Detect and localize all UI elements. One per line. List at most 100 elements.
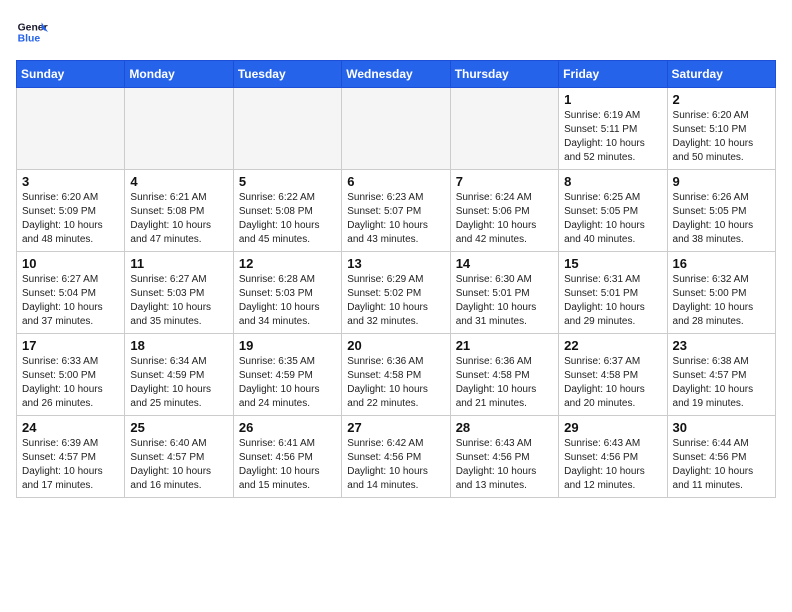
cell-content: Sunrise: 6:35 AM Sunset: 4:59 PM Dayligh… — [239, 355, 336, 411]
weekday-header-tuesday: Tuesday — [233, 61, 341, 88]
calendar-cell: 6 Sunrise: 6:23 AM Sunset: 5:07 PM Daylig… — [342, 170, 450, 252]
day-number: 9 — [673, 174, 770, 189]
calendar-cell — [450, 88, 558, 170]
cell-content: Sunrise: 6:36 AM Sunset: 4:58 PM Dayligh… — [347, 355, 444, 411]
day-number: 2 — [673, 92, 770, 107]
weekday-header-thursday: Thursday — [450, 61, 558, 88]
calendar-cell: 21 Sunrise: 6:36 AM Sunset: 4:58 PM Dayli… — [450, 334, 558, 416]
calendar-cell: 7 Sunrise: 6:24 AM Sunset: 5:06 PM Daylig… — [450, 170, 558, 252]
day-number: 19 — [239, 338, 336, 353]
calendar-cell: 2 Sunrise: 6:20 AM Sunset: 5:10 PM Daylig… — [667, 88, 775, 170]
calendar-week-2: 3 Sunrise: 6:20 AM Sunset: 5:09 PM Daylig… — [17, 170, 776, 252]
calendar-cell: 17Sunrise: 6:33 AM Sunset: 5:00 PM Dayli… — [17, 334, 125, 416]
calendar-cell: 1 Sunrise: 6:19 AM Sunset: 5:11 PM Daylig… — [559, 88, 667, 170]
cell-content: Sunrise: 6:28 AM Sunset: 5:03 PM Dayligh… — [239, 273, 336, 329]
cell-content: Sunrise: 6:41 AM Sunset: 4:56 PM Dayligh… — [239, 437, 336, 493]
calendar-table: SundayMondayTuesdayWednesdayThursdayFrid… — [16, 60, 776, 498]
day-number: 21 — [456, 338, 553, 353]
cell-content: Sunrise: 6:20 AM Sunset: 5:09 PM Dayligh… — [22, 191, 119, 247]
calendar-cell: 10 Sunrise: 6:27 AM Sunset: 5:04 PM Dayli… — [17, 252, 125, 334]
day-number: 30 — [673, 420, 770, 435]
calendar-cell — [125, 88, 233, 170]
calendar-cell — [233, 88, 341, 170]
day-number: 7 — [456, 174, 553, 189]
cell-content: Sunrise: 6:37 AM Sunset: 4:58 PM Dayligh… — [564, 355, 661, 411]
cell-content: Sunrise: 6:27 AM Sunset: 5:04 PM Dayligh… — [22, 273, 119, 329]
cell-content: Sunrise: 6:34 AM Sunset: 4:59 PM Dayligh… — [130, 355, 227, 411]
weekday-header-wednesday: Wednesday — [342, 61, 450, 88]
weekday-header-sunday: Sunday — [17, 61, 125, 88]
day-number: 15 — [564, 256, 661, 271]
calendar-cell — [17, 88, 125, 170]
day-number: 23 — [673, 338, 770, 353]
cell-content: Sunrise: 6:39 AM Sunset: 4:57 PM Dayligh… — [22, 437, 119, 493]
day-number: 22 — [564, 338, 661, 353]
day-number: 12 — [239, 256, 336, 271]
calendar-cell: 27Sunrise: 6:42 AM Sunset: 4:56 PM Dayli… — [342, 416, 450, 498]
cell-content: Sunrise: 6:43 AM Sunset: 4:56 PM Dayligh… — [456, 437, 553, 493]
cell-content: Sunrise: 6:36 AM Sunset: 4:58 PM Dayligh… — [456, 355, 553, 411]
calendar-cell: 14Sunrise: 6:30 AM Sunset: 5:01 PM Dayli… — [450, 252, 558, 334]
calendar-cell: 29 Sunrise: 6:43 AM Sunset: 4:56 PM Dayli… — [559, 416, 667, 498]
logo: General Blue — [16, 16, 48, 48]
calendar-cell: 25 Sunrise: 6:40 AM Sunset: 4:57 PM Dayli… — [125, 416, 233, 498]
cell-content: Sunrise: 6:26 AM Sunset: 5:05 PM Dayligh… — [673, 191, 770, 247]
calendar-cell: 22 Sunrise: 6:37 AM Sunset: 4:58 PM Dayli… — [559, 334, 667, 416]
cell-content: Sunrise: 6:25 AM Sunset: 5:05 PM Dayligh… — [564, 191, 661, 247]
calendar-cell: 9 Sunrise: 6:26 AM Sunset: 5:05 PM Daylig… — [667, 170, 775, 252]
calendar-cell: 18 Sunrise: 6:34 AM Sunset: 4:59 PM Dayli… — [125, 334, 233, 416]
day-number: 26 — [239, 420, 336, 435]
calendar-cell: 16Sunrise: 6:32 AM Sunset: 5:00 PM Dayli… — [667, 252, 775, 334]
calendar-cell: 26 Sunrise: 6:41 AM Sunset: 4:56 PM Dayli… — [233, 416, 341, 498]
day-number: 1 — [564, 92, 661, 107]
calendar-cell: 20 Sunrise: 6:36 AM Sunset: 4:58 PM Dayli… — [342, 334, 450, 416]
cell-content: Sunrise: 6:31 AM Sunset: 5:01 PM Dayligh… — [564, 273, 661, 329]
weekday-header-saturday: Saturday — [667, 61, 775, 88]
day-number: 10 — [22, 256, 119, 271]
calendar-cell: 23 Sunrise: 6:38 AM Sunset: 4:57 PM Dayli… — [667, 334, 775, 416]
calendar-week-1: 1 Sunrise: 6:19 AM Sunset: 5:11 PM Daylig… — [17, 88, 776, 170]
day-number: 18 — [130, 338, 227, 353]
day-number: 5 — [239, 174, 336, 189]
day-number: 6 — [347, 174, 444, 189]
day-number: 8 — [564, 174, 661, 189]
day-number: 4 — [130, 174, 227, 189]
calendar-cell: 11Sunrise: 6:27 AM Sunset: 5:03 PM Dayli… — [125, 252, 233, 334]
logo-icon: General Blue — [16, 16, 48, 48]
day-number: 25 — [130, 420, 227, 435]
weekday-header-monday: Monday — [125, 61, 233, 88]
calendar-cell: 15 Sunrise: 6:31 AM Sunset: 5:01 PM Dayli… — [559, 252, 667, 334]
calendar-week-5: 24Sunrise: 6:39 AM Sunset: 4:57 PM Dayli… — [17, 416, 776, 498]
cell-content: Sunrise: 6:23 AM Sunset: 5:07 PM Dayligh… — [347, 191, 444, 247]
day-number: 17 — [22, 338, 119, 353]
day-number: 29 — [564, 420, 661, 435]
cell-content: Sunrise: 6:38 AM Sunset: 4:57 PM Dayligh… — [673, 355, 770, 411]
calendar-cell: 5Sunrise: 6:22 AM Sunset: 5:08 PM Daylig… — [233, 170, 341, 252]
day-number: 28 — [456, 420, 553, 435]
calendar-week-3: 10 Sunrise: 6:27 AM Sunset: 5:04 PM Dayli… — [17, 252, 776, 334]
cell-content: Sunrise: 6:21 AM Sunset: 5:08 PM Dayligh… — [130, 191, 227, 247]
cell-content: Sunrise: 6:24 AM Sunset: 5:06 PM Dayligh… — [456, 191, 553, 247]
day-number: 20 — [347, 338, 444, 353]
calendar-cell: 24Sunrise: 6:39 AM Sunset: 4:57 PM Dayli… — [17, 416, 125, 498]
calendar-cell: 3 Sunrise: 6:20 AM Sunset: 5:09 PM Daylig… — [17, 170, 125, 252]
cell-content: Sunrise: 6:44 AM Sunset: 4:56 PM Dayligh… — [673, 437, 770, 493]
cell-content: Sunrise: 6:30 AM Sunset: 5:01 PM Dayligh… — [456, 273, 553, 329]
cell-content: Sunrise: 6:42 AM Sunset: 4:56 PM Dayligh… — [347, 437, 444, 493]
cell-content: Sunrise: 6:43 AM Sunset: 4:56 PM Dayligh… — [564, 437, 661, 493]
calendar-cell: 13Sunrise: 6:29 AM Sunset: 5:02 PM Dayli… — [342, 252, 450, 334]
weekday-header-friday: Friday — [559, 61, 667, 88]
calendar-cell: 8 Sunrise: 6:25 AM Sunset: 5:05 PM Daylig… — [559, 170, 667, 252]
cell-content: Sunrise: 6:40 AM Sunset: 4:57 PM Dayligh… — [130, 437, 227, 493]
day-number: 3 — [22, 174, 119, 189]
calendar-cell: 19 Sunrise: 6:35 AM Sunset: 4:59 PM Dayli… — [233, 334, 341, 416]
cell-content: Sunrise: 6:19 AM Sunset: 5:11 PM Dayligh… — [564, 109, 661, 165]
calendar-cell: 12 Sunrise: 6:28 AM Sunset: 5:03 PM Dayli… — [233, 252, 341, 334]
calendar-cell: 4 Sunrise: 6:21 AM Sunset: 5:08 PM Daylig… — [125, 170, 233, 252]
day-number: 11 — [130, 256, 227, 271]
cell-content: Sunrise: 6:20 AM Sunset: 5:10 PM Dayligh… — [673, 109, 770, 165]
calendar-cell — [342, 88, 450, 170]
calendar-cell: 28 Sunrise: 6:43 AM Sunset: 4:56 PM Dayli… — [450, 416, 558, 498]
day-number: 13 — [347, 256, 444, 271]
page-header: General Blue — [16, 16, 776, 48]
